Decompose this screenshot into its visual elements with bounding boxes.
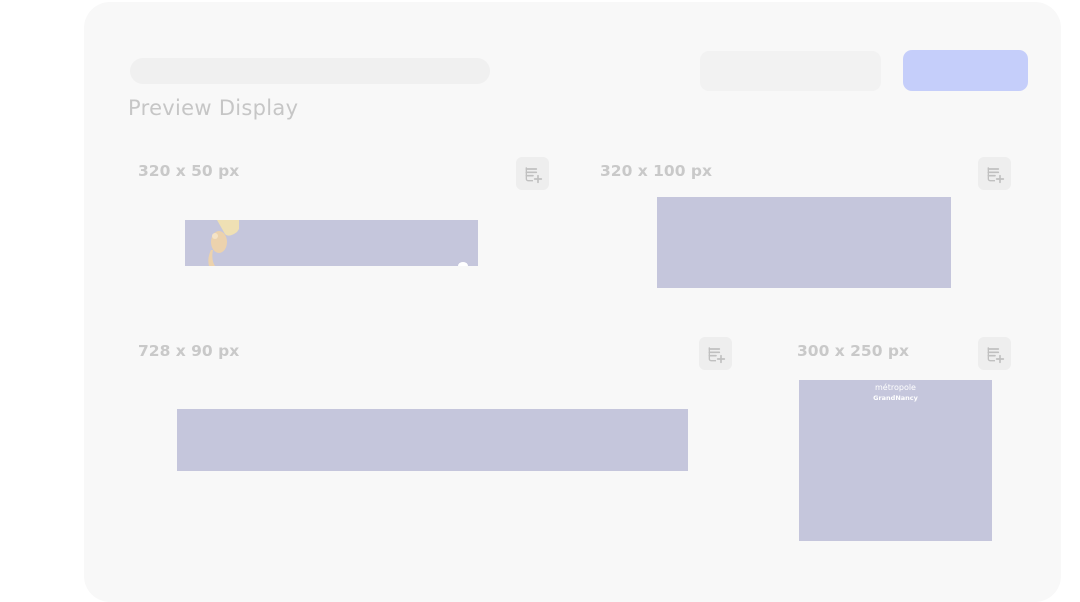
ad-preview-728x90[interactable] [177, 409, 688, 471]
creative-illustration [208, 220, 239, 266]
preview-size-label-320x50: 320 x 50 px [138, 162, 240, 180]
playlist-add-icon [708, 346, 725, 363]
playlist-add-icon [525, 166, 542, 183]
add-to-list-button-300x250[interactable] [978, 337, 1011, 370]
primary-action-button[interactable] [903, 50, 1028, 91]
secondary-action-button[interactable] [700, 51, 881, 91]
brand-logo: métropole GrandNancy [799, 383, 992, 403]
ad-preview-320x50[interactable] [185, 220, 478, 266]
creative-dot [458, 262, 468, 266]
add-to-list-button-320x100[interactable] [978, 157, 1011, 190]
playlist-add-icon [987, 346, 1004, 363]
playlist-add-icon [987, 166, 1004, 183]
preview-size-label-728x90: 728 x 90 px [138, 342, 240, 360]
page-title: Preview Display [128, 96, 299, 120]
search-input[interactable] [130, 58, 490, 84]
preview-size-label-320x100: 320 x 100 px [600, 162, 712, 180]
ad-preview-320x100[interactable] [657, 197, 951, 288]
ad-preview-300x250[interactable]: métropole GrandNancy [799, 380, 992, 541]
add-to-list-button-320x50[interactable] [516, 157, 549, 190]
add-to-list-button-728x90[interactable] [699, 337, 732, 370]
preview-size-label-300x250: 300 x 250 px [797, 342, 909, 360]
brand-logo-line2: GrandNancy [873, 394, 918, 402]
brand-logo-line1: métropole [875, 383, 916, 392]
